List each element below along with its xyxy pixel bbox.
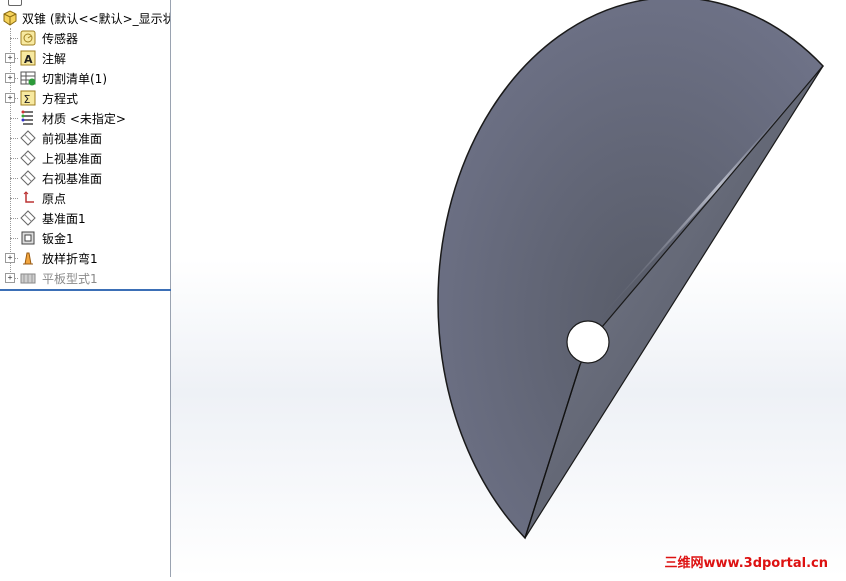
part-icon xyxy=(3,10,17,26)
expand-toggle[interactable]: + xyxy=(5,93,15,103)
graphics-viewport[interactable]: 三维网www.3dportal.cn xyxy=(171,0,846,577)
expand-toggle[interactable]: + xyxy=(5,53,15,63)
tree-item[interactable]: 原点 xyxy=(0,188,170,208)
equation-icon: Σ xyxy=(20,90,36,106)
tree-item-label: 上视基准面 xyxy=(42,152,103,166)
annotation-icon: A xyxy=(20,50,36,66)
tree-item-label: 材质 <未指定> xyxy=(42,112,126,126)
flat-pattern-icon xyxy=(20,273,36,284)
tree-connector xyxy=(10,138,18,139)
tree-item-label: 放样折弯1 xyxy=(42,252,98,266)
tree-item[interactable]: 右视基准面 xyxy=(0,168,170,188)
svg-text:A: A xyxy=(24,53,33,66)
cone-surface[interactable] xyxy=(437,0,824,540)
tree-connector xyxy=(10,178,18,179)
tree-item[interactable]: 传感器 xyxy=(0,28,170,48)
tree-item[interactable]: 基准面1 xyxy=(0,208,170,228)
tree-item-label: 右视基准面 xyxy=(42,172,103,186)
tree-item[interactable]: 钣金1 xyxy=(0,228,170,248)
tree-item-label: 前视基准面 xyxy=(42,132,103,146)
lofted-bend-icon xyxy=(23,252,33,265)
tree-root-label: 双锥 (默认<<默认>_显示状 xyxy=(22,12,171,26)
tree-connector xyxy=(10,218,18,219)
plane-icon xyxy=(20,130,36,146)
tree-item[interactable]: + A 注解 xyxy=(0,48,170,68)
expand-toggle[interactable]: + xyxy=(5,273,15,283)
cutlist-icon xyxy=(20,71,36,86)
tree-item-label: 原点 xyxy=(42,192,67,206)
plane-icon xyxy=(20,210,36,226)
apex-hole xyxy=(566,320,610,364)
material-icon xyxy=(21,110,33,125)
tree-item-label: 注解 xyxy=(42,52,67,66)
tree-item[interactable]: 上视基准面 xyxy=(0,148,170,168)
sheetmetal-icon xyxy=(21,231,35,245)
tree-item-label: 基准面1 xyxy=(42,212,86,226)
tree-item-label: 平板型式1 xyxy=(42,272,98,286)
origin-icon xyxy=(23,191,34,203)
tree-item[interactable]: 前视基准面 xyxy=(0,128,170,148)
tree-connector xyxy=(10,198,18,199)
tree-top-tab[interactable] xyxy=(8,0,22,6)
plane-icon xyxy=(20,170,36,186)
sensor-icon xyxy=(20,30,36,46)
tree-root-item[interactable]: 双锥 (默认<<默认>_显示状 xyxy=(0,8,170,28)
expand-toggle[interactable]: + xyxy=(5,253,15,263)
tree-item-label: 钣金1 xyxy=(42,232,74,246)
tree-item[interactable]: 材质 <未指定> xyxy=(0,108,170,128)
tree-connector xyxy=(10,238,18,239)
tree-item[interactable]: + 放样折弯1 xyxy=(0,248,170,268)
tree-item[interactable]: + 平板型式1 xyxy=(0,268,170,288)
tree-connector xyxy=(10,38,18,39)
plane-icon xyxy=(20,150,36,166)
panel-splitter[interactable] xyxy=(0,289,172,291)
tree-item[interactable]: + 切割清单(1) xyxy=(0,68,170,88)
tree-item[interactable]: + Σ 方程式 xyxy=(0,88,170,108)
tree-item-label: 切割清单(1) xyxy=(42,72,107,86)
svg-text:Σ: Σ xyxy=(24,93,31,106)
expand-toggle[interactable]: + xyxy=(5,73,15,83)
watermark-text: 三维网www.3dportal.cn xyxy=(664,556,828,571)
tree-item-label: 传感器 xyxy=(42,32,79,46)
tree-item-label: 方程式 xyxy=(42,92,79,106)
tree-connector xyxy=(10,118,18,119)
model-view[interactable] xyxy=(171,0,846,577)
tree-connector xyxy=(10,158,18,159)
